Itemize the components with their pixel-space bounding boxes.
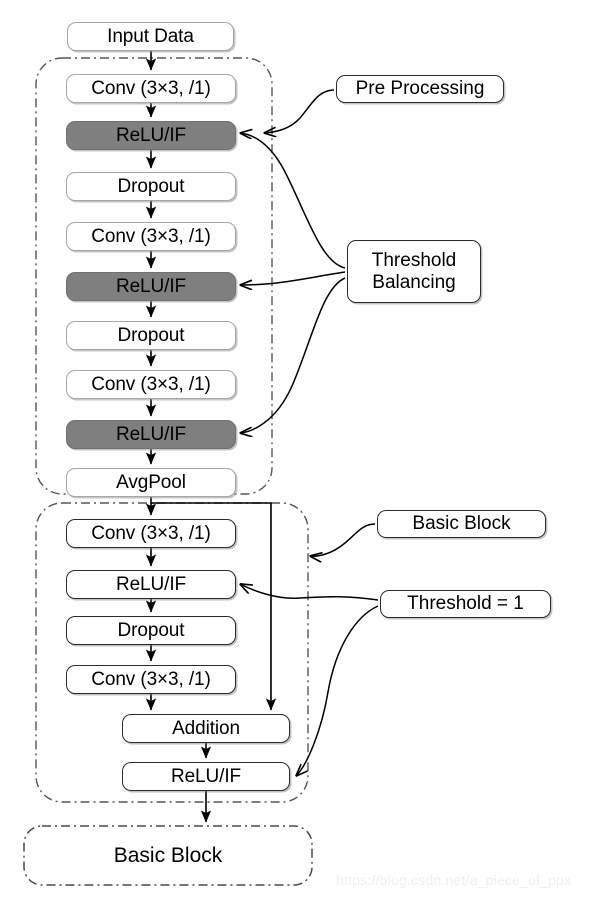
node-label: ReLU/IF: [170, 765, 242, 787]
leader-threshold-1-to-bbrelu1: [240, 584, 379, 601]
node-pre-relu-1[interactable]: ReLU/IF: [66, 121, 236, 150]
node-label: Conv (3×3, /1): [91, 77, 211, 99]
leader-pre-processing: [264, 89, 335, 133]
node-bb-relu-1[interactable]: ReLU/IF: [66, 570, 236, 599]
node-pre-relu-3[interactable]: ReLU/IF: [66, 420, 236, 449]
callout-threshold-equals-1[interactable]: Threshold = 1: [380, 590, 551, 618]
node-label: Conv (3×3, /1): [91, 668, 211, 690]
node-label: Conv (3×3, /1): [91, 373, 211, 395]
node-bb-conv-1[interactable]: Conv (3×3, /1): [66, 519, 236, 548]
bottom-block-label-text: Basic Block: [113, 843, 223, 867]
node-label: ReLU/IF: [115, 423, 187, 445]
node-pre-conv-2[interactable]: Conv (3×3, /1): [66, 222, 236, 251]
callout-threshold-balancing[interactable]: Threshold Balancing: [347, 240, 481, 303]
node-pre-conv-1[interactable]: Conv (3×3, /1): [66, 74, 236, 103]
node-bb-addition[interactable]: Addition: [122, 714, 290, 743]
callout-label: Threshold Balancing: [371, 250, 457, 293]
flowchart-diagram: Input Data Conv (3×3, /1) ReLU/IF Dropou…: [0, 0, 599, 904]
callout-label: Basic Block: [412, 513, 511, 535]
leader-threshold-1-to-bbrelu2: [296, 605, 379, 776]
node-input-data[interactable]: Input Data: [67, 22, 234, 51]
node-bb-dropout[interactable]: Dropout: [66, 616, 236, 645]
node-pre-dropout-2[interactable]: Dropout: [66, 321, 236, 350]
bottom-basic-block-label[interactable]: Basic Block: [24, 826, 312, 885]
node-label: Addition: [172, 717, 240, 739]
node-pre-avgpool[interactable]: AvgPool: [66, 468, 236, 497]
node-bb-conv-2[interactable]: Conv (3×3, /1): [66, 665, 236, 694]
node-label: Dropout: [117, 619, 185, 641]
node-label: Dropout: [117, 175, 185, 197]
node-label: Conv (3×3, /1): [91, 522, 211, 544]
leader-threshold-balancing-to-relu1: [240, 133, 346, 269]
node-label: AvgPool: [116, 471, 186, 493]
callout-label: Pre Processing: [355, 78, 485, 100]
callout-label: Threshold = 1: [407, 593, 524, 615]
watermark-text: https://blog.csdn.net/a_piece_of_ppx: [336, 872, 572, 888]
leader-threshold-balancing-to-relu2: [240, 271, 346, 285]
node-label: ReLU/IF: [115, 124, 187, 146]
node-label: Dropout: [117, 324, 185, 346]
node-pre-relu-2[interactable]: ReLU/IF: [66, 272, 236, 301]
callout-pre-processing[interactable]: Pre Processing: [336, 75, 504, 103]
node-label: Conv (3×3, /1): [91, 225, 211, 247]
node-pre-conv-3[interactable]: Conv (3×3, /1): [66, 370, 236, 399]
leader-threshold-balancing-to-relu3: [240, 277, 346, 433]
node-label: ReLU/IF: [115, 275, 187, 297]
node-bb-relu-2[interactable]: ReLU/IF: [122, 762, 290, 791]
callout-basic-block[interactable]: Basic Block: [377, 510, 546, 538]
node-label: Input Data: [107, 25, 194, 47]
node-pre-dropout-1[interactable]: Dropout: [66, 172, 236, 201]
node-label: ReLU/IF: [115, 573, 187, 595]
leader-basic-block: [310, 523, 376, 556]
